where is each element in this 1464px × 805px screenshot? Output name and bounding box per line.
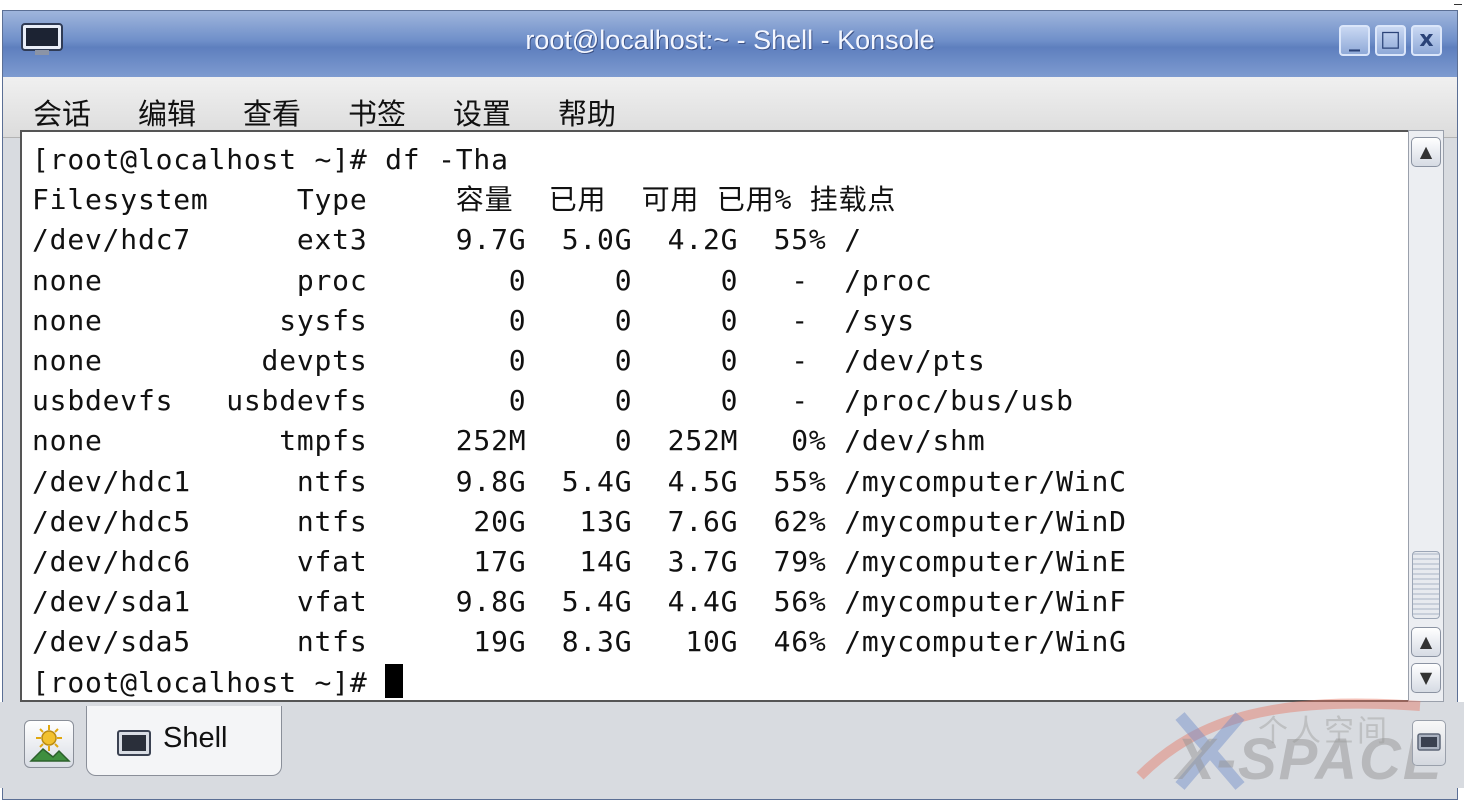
- new-session-icon: [29, 725, 71, 762]
- session-tab-bar: Shell 个人空间 X-SPACE: [0, 698, 1464, 792]
- minimize-button[interactable]: _: [1339, 25, 1370, 56]
- maximize-button[interactable]: □: [1375, 25, 1406, 56]
- menu-bookmarks[interactable]: 书签: [348, 91, 406, 133]
- terminal-line: /dev/hdc7 ext3 9.7G 5.0G 4.2G 55% /: [32, 223, 862, 257]
- menu-settings[interactable]: 设置: [453, 91, 511, 133]
- terminal-line: /dev/sda1 vfat 9.8G 5.4G 4.4G 56% /mycom…: [32, 585, 1127, 619]
- tab-label: Shell: [163, 722, 228, 754]
- window-title: root@localhost:~ - Shell - Konsole: [525, 25, 935, 55]
- terminal-icon: [117, 730, 151, 756]
- terminal-line: /dev/hdc1 ntfs 9.8G 5.4G 4.5G 55% /mycom…: [32, 464, 1127, 498]
- vertical-scrollbar[interactable]: ▲ ▲ ▼: [1408, 130, 1444, 702]
- tab-shell[interactable]: Shell: [86, 706, 282, 776]
- terminal-line: none devpts 0 0 0 - /dev/pts: [32, 344, 986, 378]
- terminal-line: /dev/hdc6 vfat 17G 14G 3.7G 79% /mycompu…: [32, 545, 1127, 579]
- terminal-line: /dev/hdc5 ntfs 20G 13G 7.6G 62% /mycompu…: [32, 504, 1127, 538]
- terminal-output[interactable]: [root@localhost ~]# df -Tha Filesystem T…: [20, 130, 1408, 702]
- title-bar[interactable]: root@localhost:~ - Shell - Konsole _ □ x: [3, 11, 1457, 78]
- edge-tick: [1454, 4, 1462, 5]
- close-session-button[interactable]: [1412, 720, 1446, 766]
- close-session-icon: [1417, 733, 1441, 751]
- terminal-lines: [root@localhost ~]# df -Tha Filesystem T…: [32, 140, 1127, 700]
- new-session-button[interactable]: [24, 720, 74, 768]
- watermark-brand: X-SPACE: [1176, 727, 1444, 792]
- menu-view[interactable]: 查看: [243, 91, 301, 133]
- terminal-line: usbdevfs usbdevfs 0 0 0 - /proc/bus/usb: [32, 384, 1074, 418]
- close-button[interactable]: x: [1411, 25, 1442, 56]
- menu-session[interactable]: 会话: [33, 91, 91, 133]
- terminal-line: none proc 0 0 0 - /proc: [32, 263, 933, 297]
- menu-bar: 会话 编辑 查看 书签 设置 帮助: [3, 77, 1457, 138]
- scroll-up-button[interactable]: ▲: [1411, 627, 1441, 657]
- terminal-line: Filesystem Type 容量 已用 可用 已用% 挂载点: [32, 183, 897, 217]
- scroll-up-top-button[interactable]: ▲: [1411, 137, 1441, 167]
- terminal-line: /dev/sda5 ntfs 19G 8.3G 10G 46% /mycompu…: [32, 625, 1127, 659]
- terminal-line: [root@localhost ~]# df -Tha: [32, 143, 509, 176]
- scroll-thumb[interactable]: [1412, 551, 1440, 619]
- text-cursor: [385, 663, 404, 698]
- terminal-line: none tmpfs 252M 0 252M 0% /dev/shm: [32, 424, 986, 458]
- terminal-line: none sysfs 0 0 0 - /sys: [32, 303, 915, 337]
- menu-edit[interactable]: 编辑: [138, 91, 196, 133]
- terminal-prompt: [root@localhost ~]#: [32, 665, 386, 699]
- menu-help[interactable]: 帮助: [558, 91, 616, 133]
